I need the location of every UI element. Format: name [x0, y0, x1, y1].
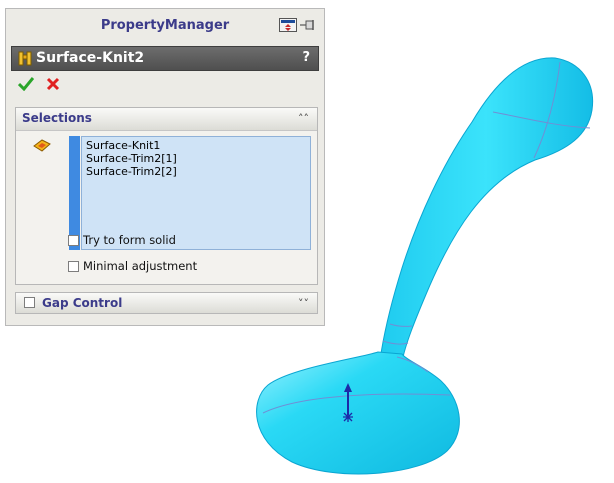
spoon-model-viewport[interactable] — [0, 0, 614, 483]
spoon-bowl-surface[interactable] — [256, 351, 460, 475]
spoon-handle-surface[interactable] — [379, 57, 594, 363]
